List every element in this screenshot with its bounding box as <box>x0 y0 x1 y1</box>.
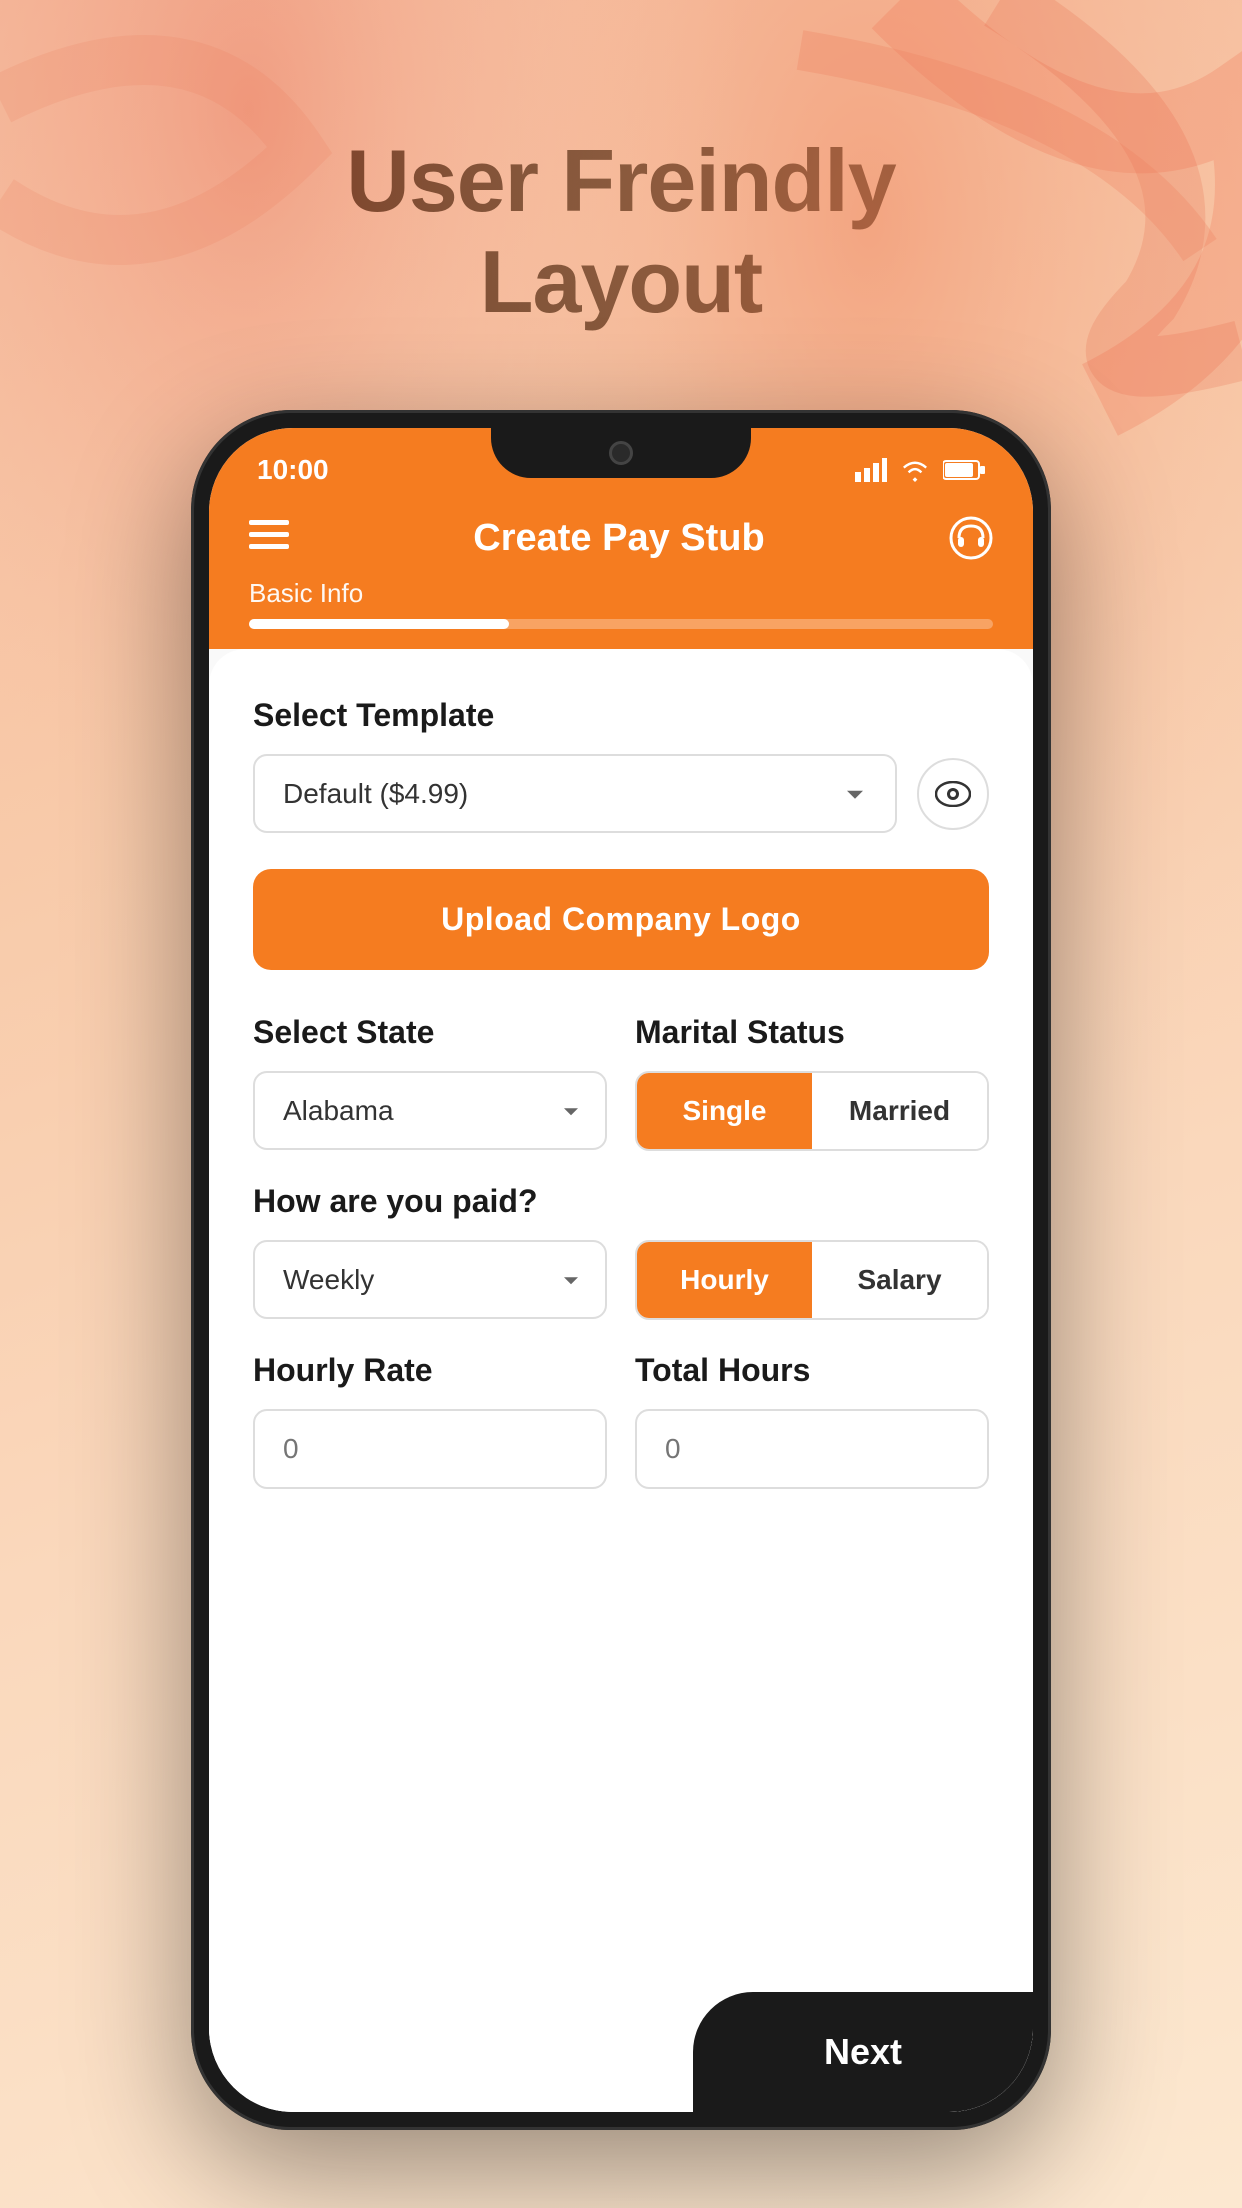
total-hours-input[interactable] <box>635 1409 989 1489</box>
next-button[interactable]: Next <box>693 1992 1033 2112</box>
pay-type-hourly-button[interactable]: Hourly <box>637 1242 812 1318</box>
select-template-label: Select Template <box>253 697 989 734</box>
menu-lines-icon <box>249 520 289 550</box>
hourly-rate-label: Hourly Rate <box>253 1352 607 1389</box>
upload-logo-button[interactable]: Upload Company Logo <box>253 869 989 970</box>
status-time: 10:00 <box>257 454 329 486</box>
content-area: Select Template Default ($4.99) Premium … <box>209 649 1033 2112</box>
state-select[interactable]: Alabama Alaska Arizona California Florid… <box>253 1071 607 1150</box>
pay-question-label: How are you paid? <box>253 1183 989 1220</box>
pay-freq-col: Weekly Bi-Weekly Monthly <box>253 1240 607 1319</box>
select-state-label: Select State <box>253 1014 607 1051</box>
signal-icon <box>855 458 887 482</box>
preview-template-button[interactable] <box>917 758 989 830</box>
marital-status-toggle: Single Married <box>635 1071 989 1151</box>
template-select-row: Default ($4.99) Premium ($9.99) <box>253 754 989 833</box>
wifi-icon <box>899 458 931 482</box>
next-button-label: Next <box>824 2031 902 2073</box>
total-hours-col: Total Hours <box>635 1352 989 1489</box>
headset-icon <box>949 516 993 560</box>
basic-info-label: Basic Info <box>249 578 993 609</box>
front-camera <box>609 441 633 465</box>
progress-bar-track <box>249 619 993 629</box>
marital-single-button[interactable]: Single <box>637 1073 812 1149</box>
pay-frequency-select[interactable]: Weekly Bi-Weekly Monthly <box>253 1240 607 1319</box>
header-title: Create Pay Stub <box>473 517 764 560</box>
battery-icon <box>943 459 985 481</box>
hourly-rate-input[interactable] <box>253 1409 607 1489</box>
marital-married-button[interactable]: Married <box>812 1073 987 1149</box>
white-card: Select Template Default ($4.99) Premium … <box>209 649 1033 2112</box>
phone-notch <box>491 428 751 478</box>
hourly-rate-col: Hourly Rate <box>253 1352 607 1489</box>
support-icon[interactable] <box>949 516 993 560</box>
app-header: Create Pay Stub Basic Info <box>209 498 1033 649</box>
pay-type-salary-button[interactable]: Salary <box>812 1242 987 1318</box>
marital-col: Marital Status Single Married <box>635 1014 989 1151</box>
hamburger-menu-icon[interactable] <box>249 520 289 556</box>
state-marital-row: Select State Alabama Alaska Arizona Cali… <box>253 1014 989 1151</box>
pay-frequency-row: Weekly Bi-Weekly Monthly Hourly Salary <box>253 1240 989 1320</box>
marital-status-label: Marital Status <box>635 1014 989 1051</box>
phone-mockup: 10:00 <box>191 410 1051 2130</box>
page-title: User Freindly Layout <box>0 0 1242 332</box>
pay-type-toggle: Hourly Salary <box>635 1240 989 1320</box>
total-hours-label: Total Hours <box>635 1352 989 1389</box>
status-icons <box>855 458 985 482</box>
state-col: Select State Alabama Alaska Arizona Cali… <box>253 1014 607 1151</box>
progress-bar-fill <box>249 619 509 629</box>
pay-type-col: Hourly Salary <box>635 1240 989 1320</box>
rate-hours-row: Hourly Rate Total Hours <box>253 1352 989 1489</box>
eye-icon <box>935 781 971 807</box>
template-select[interactable]: Default ($4.99) Premium ($9.99) <box>253 754 897 833</box>
